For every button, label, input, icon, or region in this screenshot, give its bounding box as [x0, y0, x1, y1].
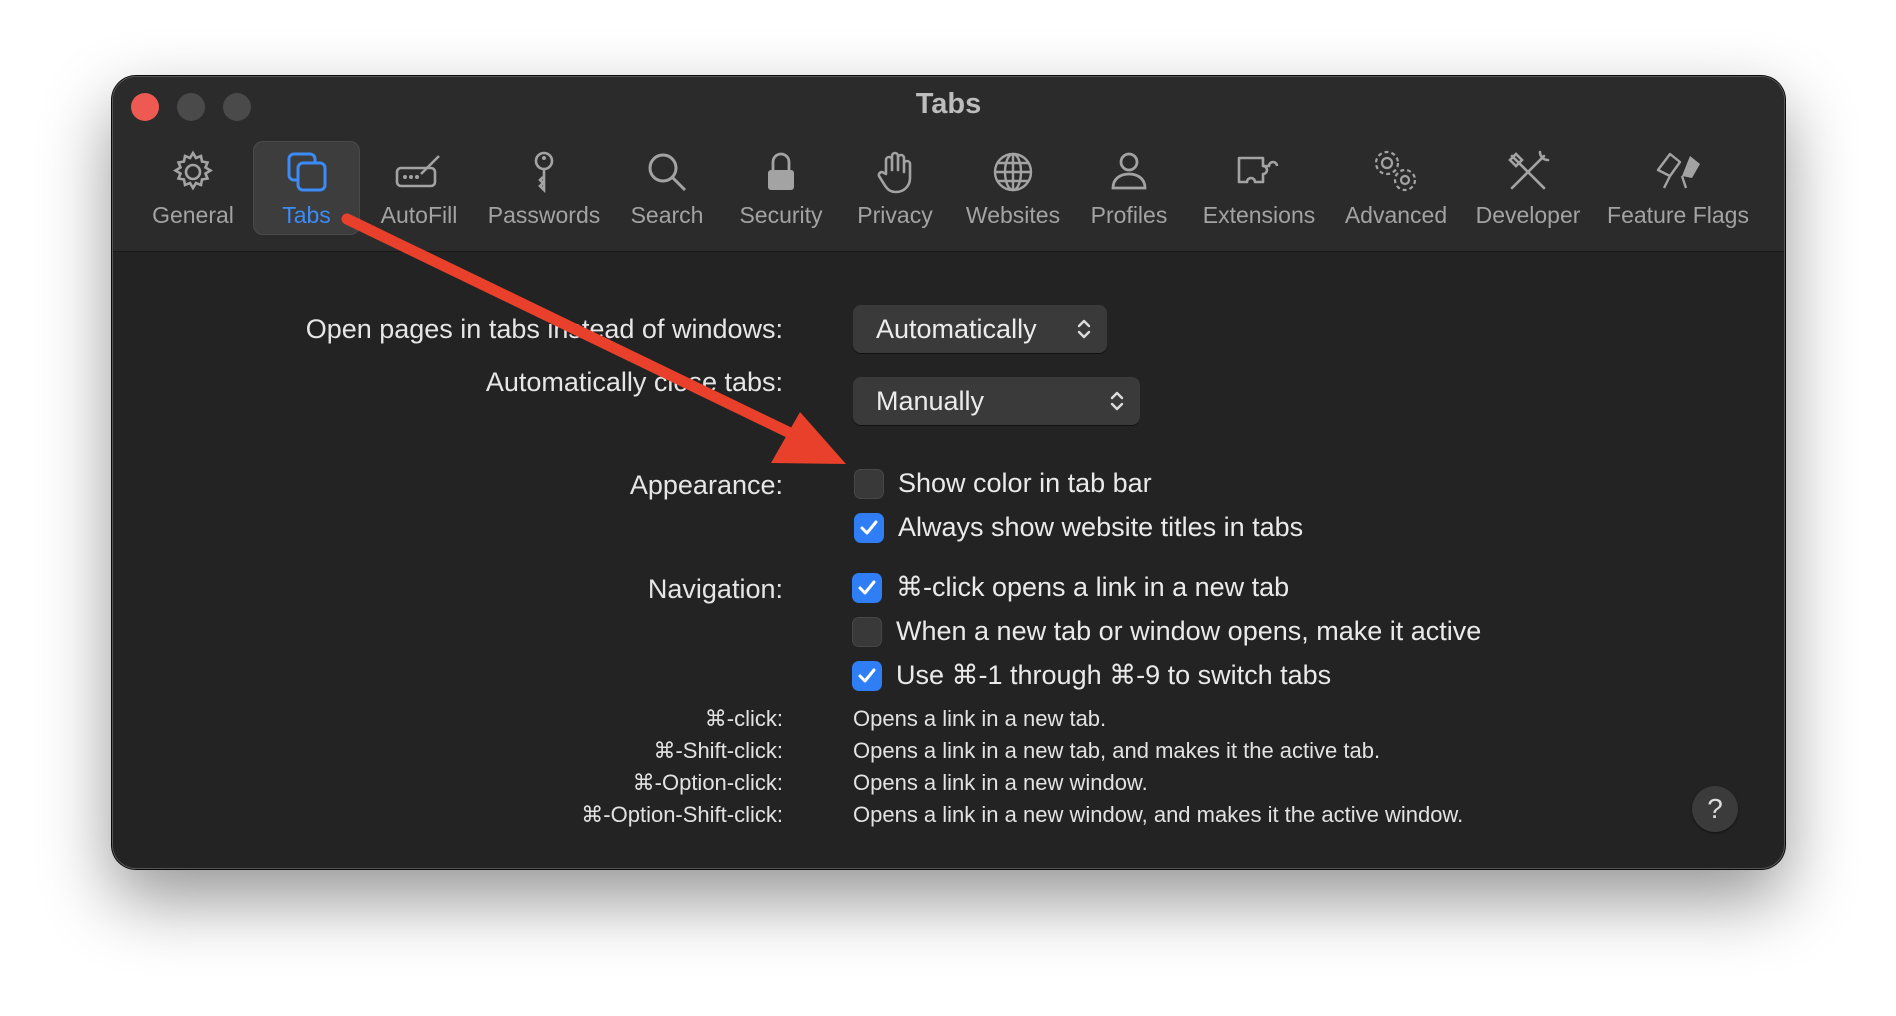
- tab-label: Privacy: [857, 202, 933, 228]
- checkbox-label: When a new tab or window opens, make it …: [896, 616, 1482, 646]
- tab-label: Passwords: [487, 202, 601, 228]
- tab-privacy[interactable]: Privacy: [845, 141, 945, 235]
- shortcut-desc: Opens a link in a new window.: [853, 770, 1148, 795]
- shortcut-key: ⌘-Option-click:: [632, 770, 783, 795]
- checkbox[interactable]: [852, 616, 882, 647]
- tab-label: Feature Flags: [1607, 202, 1749, 228]
- shortcut-desc: Opens a link in a new window, and makes …: [853, 802, 1464, 827]
- tab-security[interactable]: Security: [731, 141, 831, 235]
- cmd-click-new-tab-checkbox[interactable]: ⌘-click opens a link in a new tab: [852, 572, 1289, 603]
- tab-label: General: [152, 202, 234, 228]
- shortcut-desc: Opens a link in a new tab.: [853, 706, 1107, 731]
- shortcut-key: ⌘-Shift-click:: [653, 738, 783, 763]
- show-website-titles-checkbox[interactable]: Always show website titles in tabs: [854, 512, 1303, 543]
- chevron-updown-icon: [1077, 319, 1091, 339]
- tab-search[interactable]: Search: [617, 141, 717, 235]
- navigation-label: Navigation:: [647, 574, 783, 604]
- tools-icon: [1508, 150, 1550, 190]
- checkmark-icon: [858, 668, 876, 682]
- checkbox-label: Show color in tab bar: [898, 468, 1152, 498]
- checkmark-icon: [858, 580, 876, 594]
- toolbar: Tabs General Tabs AutoFill Passwords Sea…: [113, 77, 1784, 252]
- key-icon: [534, 151, 554, 194]
- tab-tabs[interactable]: Tabs: [253, 141, 360, 235]
- close-tabs-label: Automatically close tabs:: [485, 367, 783, 397]
- checkbox[interactable]: [854, 468, 884, 499]
- lock-icon: [768, 152, 794, 190]
- preferences-window: Tabs General Tabs AutoFill Passwords Sea…: [112, 76, 1785, 869]
- tab-general[interactable]: General: [143, 141, 243, 235]
- flags-icon: [1656, 152, 1700, 189]
- tab-label: Security: [739, 202, 823, 228]
- make-new-tab-active-checkbox[interactable]: When a new tab or window opens, make it …: [852, 616, 1481, 647]
- checkbox-label: Use ⌘-1 through ⌘-9 to switch tabs: [896, 660, 1332, 690]
- open-pages-label: Open pages in tabs instead of windows:: [305, 314, 783, 344]
- tab-passwords[interactable]: Passwords: [481, 141, 607, 235]
- chevron-updown-icon: [1110, 391, 1124, 411]
- checkbox-label: ⌘-click opens a link in a new tab: [896, 572, 1290, 602]
- tab-label: Tabs: [282, 202, 331, 228]
- tab-websites[interactable]: Websites: [958, 141, 1068, 235]
- tab-label: Developer: [1475, 202, 1581, 228]
- shortcut-desc: Opens a link in a new tab, and makes it …: [853, 738, 1381, 763]
- tab-advanced[interactable]: Advanced: [1335, 141, 1457, 235]
- appearance-label: Appearance:: [629, 470, 783, 500]
- shortcut-key: ⌘-Option-Shift-click:: [581, 802, 783, 827]
- tab-label: Advanced: [1344, 202, 1448, 228]
- close-tabs-value: Manually: [876, 386, 985, 416]
- globe-icon: [993, 152, 1033, 192]
- checkmark-icon: [860, 520, 878, 534]
- checkbox[interactable]: [852, 660, 882, 691]
- tab-feature-flags[interactable]: Feature Flags: [1600, 141, 1756, 235]
- tab-label: Websites: [965, 202, 1061, 228]
- tab-profiles[interactable]: Profiles: [1079, 141, 1179, 235]
- autofill-icon: [395, 155, 440, 188]
- tab-developer[interactable]: Developer: [1468, 141, 1588, 235]
- cmd-number-switch-tabs-checkbox[interactable]: Use ⌘-1 through ⌘-9 to switch tabs: [852, 660, 1331, 691]
- window-title: Tabs: [915, 88, 982, 120]
- tab-label: Extensions: [1202, 202, 1316, 228]
- gear-icon: [172, 150, 214, 191]
- checkbox[interactable]: [854, 512, 884, 543]
- checkbox-label: Always show website titles in tabs: [898, 512, 1304, 542]
- tab-label: AutoFill: [380, 202, 458, 228]
- gears-icon: [1374, 150, 1417, 192]
- tabs-icon: [287, 152, 326, 192]
- person-icon: [1111, 152, 1147, 190]
- close-tabs-popup[interactable]: Manually: [853, 377, 1140, 425]
- help-button[interactable]: ?: [1692, 786, 1738, 832]
- checkbox[interactable]: [852, 572, 882, 603]
- open-pages-popup[interactable]: Automatically: [853, 305, 1107, 353]
- puzzle-icon: [1237, 156, 1279, 184]
- tab-extensions[interactable]: Extensions: [1195, 141, 1323, 235]
- tab-label: Profiles: [1090, 202, 1168, 228]
- open-pages-value: Automatically: [876, 314, 1037, 344]
- hand-icon: [877, 151, 912, 194]
- search-icon: [648, 153, 687, 192]
- shortcut-key: ⌘-click:: [704, 706, 783, 731]
- tab-autofill[interactable]: AutoFill: [367, 141, 471, 235]
- tab-label: Search: [630, 202, 704, 228]
- show-color-tab-bar-checkbox[interactable]: Show color in tab bar: [854, 468, 1152, 499]
